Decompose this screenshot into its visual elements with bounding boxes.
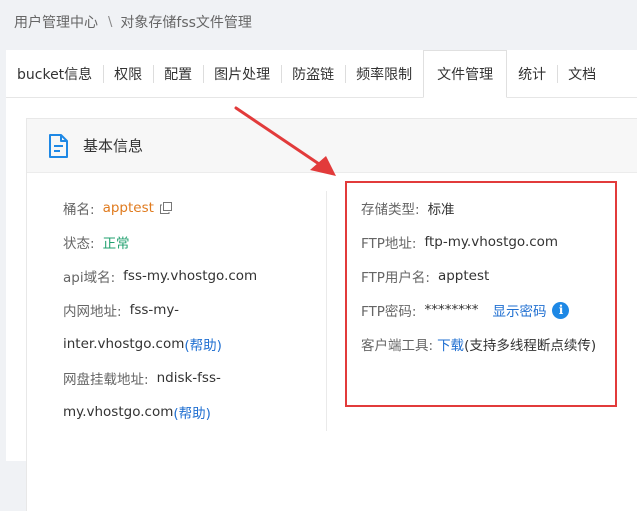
ftp-username-label: FTP用户名: [361,270,430,286]
storage-type-row: 存储类型: 标准 [361,191,637,225]
tab-rate-limit[interactable]: 频率限制 [345,50,423,97]
tab-docs[interactable]: 文档 [557,50,607,97]
show-password-link[interactable]: 显示密码 [492,300,546,320]
intranet-help-link[interactable]: (帮助) [184,334,222,354]
bucket-name-value: apptest [102,200,154,216]
tab-bucket-info[interactable]: bucket信息 [6,50,103,97]
api-domain-row: api域名: fss-my.vhostgo.com [63,259,323,293]
mount-row: 网盘挂载地址: ndisk-fss- [63,361,323,395]
intranet-value-part2: inter.vhostgo.com [63,336,185,352]
ftp-address-label: FTP地址: [361,236,417,252]
panel-title: 基本信息 [83,137,144,155]
breadcrumb-current: 对象存储fss文件管理 [120,15,252,31]
breadcrumb-root[interactable]: 用户管理中心 [14,12,98,32]
tab-hotlink-protection[interactable]: 防盗链 [281,50,345,97]
tab-bar: bucket信息 权限 配置 图片处理 防盗链 频率限制 文件管理 统计 文档 [6,50,637,98]
document-icon [49,133,68,158]
mount-row-cont: my.vhostgo.com (帮助) [63,395,323,429]
tab-statistics[interactable]: 统计 [507,50,557,97]
intranet-value-part1: fss-my- [129,302,180,318]
main-card: bucket信息 权限 配置 图片处理 防盗链 频率限制 文件管理 统计 文档 … [6,50,637,511]
status-value: 正常 [102,236,130,252]
ftp-username-row: FTP用户名: apptest [361,259,637,293]
tab-permissions[interactable]: 权限 [103,50,153,97]
copy-icon[interactable] [159,202,172,214]
column-divider [326,191,327,431]
ftp-password-value: ******** [424,302,479,318]
api-domain-label: api域名: [63,270,116,286]
panel-header: 基本信息 [27,119,637,173]
ftp-address-value: ftp-my.vhostgo.com [424,234,559,250]
mount-label: 网盘挂载地址: [63,372,149,388]
tab-config[interactable]: 配置 [153,50,203,97]
breadcrumb: 用户管理中心 \ 对象存储fss文件管理 [0,0,637,44]
mount-help-link[interactable]: (帮助) [173,402,211,422]
client-download-link[interactable]: 下载 [437,334,464,354]
basic-info-panel: 基本信息 桶名: apptest 状态: 正常 api域名: fss-my.vh… [26,118,637,511]
client-tool-row: 客户端工具: 下载 (支持多线程断点续传) [361,327,637,361]
ftp-password-row: FTP密码: ******** 显示密码 i [361,293,637,327]
intranet-row-cont: inter.vhostgo.com (帮助) [63,327,323,361]
status-label: 状态: [63,236,95,252]
tab-file-management[interactable]: 文件管理 [423,50,508,98]
mount-value-part2: my.vhostgo.com [63,404,174,420]
bucket-name-label: 桶名: [63,202,95,218]
mount-value-part1: ndisk-fss- [156,370,221,386]
bucket-name-row: 桶名: apptest [63,191,323,225]
info-icon[interactable]: i [552,301,570,319]
storage-type-value: 标准 [427,202,455,218]
breadcrumb-separator: \ [108,14,113,30]
tab-image-processing[interactable]: 图片处理 [203,50,281,97]
client-tool-note: (支持多线程断点续传) [464,338,597,354]
ftp-address-row: FTP地址: ftp-my.vhostgo.com [361,225,637,259]
intranet-label: 内网地址: [63,304,122,320]
storage-type-label: 存储类型: [361,202,420,218]
client-tool-label: 客户端工具: [361,338,434,354]
basic-info-left: 桶名: apptest 状态: 正常 api域名: fss-my.vhostgo… [63,191,323,429]
api-domain-value: fss-my.vhostgo.com [123,268,258,284]
ftp-username-value: apptest [437,268,490,284]
ftp-password-label: FTP密码: [361,304,417,320]
status-row: 状态: 正常 [63,225,323,259]
intranet-row: 内网地址: fss-my- [63,293,323,327]
ftp-info-right: 存储类型: 标准 FTP地址: ftp-my.vhostgo.com FTP用户… [361,191,637,361]
